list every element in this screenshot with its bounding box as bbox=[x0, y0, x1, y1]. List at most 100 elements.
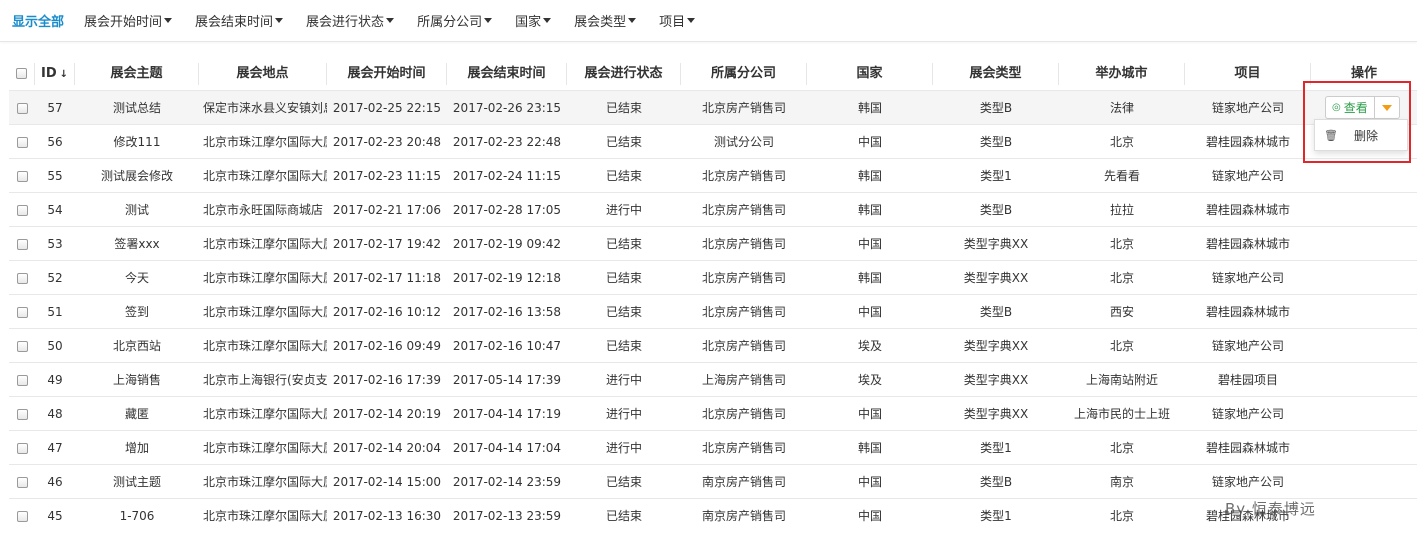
cell-end: 2017-02-26 23:15 bbox=[452, 100, 562, 115]
filter-start-time[interactable]: 展会开始时间 bbox=[84, 11, 173, 30]
filter-label: 展会结束时间 bbox=[195, 15, 274, 30]
cell-country: 韩国 bbox=[857, 169, 882, 183]
filter-type[interactable]: 展会类型 bbox=[574, 11, 637, 30]
cell-company: 北京房产销售司 bbox=[701, 441, 786, 455]
row-checkbox[interactable] bbox=[16, 272, 28, 284]
cell-country: 中国 bbox=[857, 135, 882, 149]
table-row[interactable]: 51 签到 北京市珠江摩尔国际大厦 2017-02-16 10:12 2017-02-1… bbox=[9, 294, 1417, 328]
cell-city: 北京 bbox=[1109, 237, 1134, 251]
cell-id: 49 bbox=[47, 372, 63, 387]
row-checkbox[interactable] bbox=[16, 306, 28, 318]
cell-city: 北京 bbox=[1109, 339, 1134, 353]
row-checkbox[interactable] bbox=[16, 340, 28, 352]
header-city: 举办城市 bbox=[1059, 63, 1185, 85]
header-place: 展会地点 bbox=[199, 63, 327, 85]
table-row[interactable]: 46 测试主题 北京市珠江摩尔国际大厦 2017-02-14 15:00 2017-02… bbox=[9, 464, 1417, 498]
cell-start: 2017-02-23 11:15 bbox=[332, 168, 442, 183]
cell-state: 进行中 bbox=[605, 407, 642, 421]
table-row[interactable]: 55 测试展会修改 北京市珠江摩尔国际大厦 2017-02-23 11:15 2017-… bbox=[9, 158, 1417, 192]
row-checkbox[interactable] bbox=[16, 510, 28, 522]
cell-start: 2017-02-14 15:00 bbox=[332, 474, 442, 489]
row-checkbox[interactable] bbox=[16, 204, 28, 216]
filter-end-time[interactable]: 展会结束时间 bbox=[195, 11, 284, 30]
filter-company[interactable]: 所属分公司 bbox=[417, 11, 493, 30]
table-row[interactable]: 56 修改111 北京市珠江摩尔国际大厦 2017-02-23 20:48 2017-0… bbox=[9, 124, 1417, 158]
header-label: ID bbox=[40, 66, 57, 81]
cell-id: 50 bbox=[47, 338, 63, 353]
highlight-box bbox=[1303, 81, 1411, 163]
cell-city: 南京 bbox=[1109, 475, 1134, 489]
cell-country: 中国 bbox=[857, 305, 882, 319]
cell-start: 2017-02-14 20:04 bbox=[332, 440, 442, 455]
cell-end: 2017-02-14 23:59 bbox=[452, 474, 562, 489]
table-row[interactable]: 54 测试 北京市永旺国际商城店 2017-02-21 17:06 2017-02-28… bbox=[9, 192, 1417, 226]
cell-state: 已结束 bbox=[605, 237, 642, 251]
cell-company: 北京房产销售司 bbox=[701, 237, 786, 251]
table-row[interactable]: 52 今天 北京市珠江摩尔国际大厦 2017-02-17 11:18 2017-02-1… bbox=[9, 260, 1417, 294]
select-all-checkbox[interactable] bbox=[16, 68, 27, 79]
cell-state: 进行中 bbox=[605, 373, 642, 387]
cell-theme: 测试主题 bbox=[112, 475, 161, 489]
cell-company: 南京房产销售司 bbox=[701, 475, 786, 489]
cell-id: 52 bbox=[47, 270, 63, 285]
cell-end: 2017-02-28 17:05 bbox=[452, 202, 562, 217]
show-all-link[interactable]: 显示全部 bbox=[12, 11, 64, 30]
cell-city: 上海南站附近 bbox=[1085, 373, 1158, 387]
table-row[interactable]: 47 增加 北京市珠江摩尔国际大厦 2017-02-14 20:04 2017-04-1… bbox=[9, 430, 1417, 464]
filter-project[interactable]: 项目 bbox=[659, 11, 696, 30]
cell-place: 保定市涞水县义安镇刘息 bbox=[203, 101, 327, 115]
cell-theme: 增加 bbox=[124, 441, 149, 455]
exhibition-table: ID ↓ 展会主题 展会地点 展会开始时间 展会结束时间 展会进行状态 所属分公司… bbox=[9, 58, 1417, 532]
header-id[interactable]: ID ↓ bbox=[35, 63, 75, 85]
cell-end: 2017-04-14 17:04 bbox=[452, 440, 562, 455]
cell-id: 57 bbox=[47, 100, 63, 115]
row-checkbox[interactable] bbox=[16, 442, 28, 454]
cell-theme: 上海销售 bbox=[112, 373, 161, 387]
cell-start: 2017-02-16 09:49 bbox=[332, 338, 442, 353]
row-checkbox-cell bbox=[9, 441, 35, 455]
row-checkbox-cell bbox=[9, 101, 35, 115]
row-checkbox[interactable] bbox=[16, 238, 28, 250]
row-checkbox[interactable] bbox=[16, 102, 28, 114]
watermark: By 恒泰博远 bbox=[1225, 500, 1316, 518]
table-row[interactable]: 53 签署xxx 北京市珠江摩尔国际大厦 2017-02-17 19:42 2017-0… bbox=[9, 226, 1417, 260]
cell-start: 2017-02-17 19:42 bbox=[332, 236, 442, 251]
cell-city: 北京 bbox=[1109, 135, 1134, 149]
cell-country: 中国 bbox=[857, 509, 882, 523]
row-checkbox-cell bbox=[9, 169, 35, 183]
row-checkbox[interactable] bbox=[16, 408, 28, 420]
cell-place: 北京市珠江摩尔国际大厦 bbox=[203, 135, 327, 149]
cell-company: 北京房产销售司 bbox=[701, 203, 786, 217]
table-row[interactable]: 49 上海销售 北京市上海银行(安贞支行) 2017-02-16 17:39 2017-… bbox=[9, 362, 1417, 396]
cell-country: 中国 bbox=[857, 407, 882, 421]
filter-bar: 显示全部 展会开始时间 展会结束时间 展会进行状态 所属分公司 国家 展会类型 … bbox=[0, 0, 1417, 42]
cell-id: 47 bbox=[47, 440, 63, 455]
table-body: 57 测试总结 保定市涞水县义安镇刘息 2017-02-25 22:15 2017-02… bbox=[9, 90, 1417, 532]
table-row[interactable]: 50 北京西站 北京市珠江摩尔国际大厦 2017-02-16 09:49 2017-02… bbox=[9, 328, 1417, 362]
table-row[interactable]: 57 测试总结 保定市涞水县义安镇刘息 2017-02-25 22:15 2017-02… bbox=[9, 90, 1417, 124]
cell-type: 类型B bbox=[979, 305, 1013, 319]
cell-project: 碧桂园森林城市 bbox=[1205, 135, 1290, 149]
cell-end: 2017-02-19 09:42 bbox=[452, 236, 562, 251]
filter-label: 展会类型 bbox=[574, 15, 627, 30]
cell-company: 北京房产销售司 bbox=[701, 169, 786, 183]
cell-company: 南京房产销售司 bbox=[701, 509, 786, 523]
caret-down-icon bbox=[543, 18, 552, 23]
filter-country[interactable]: 国家 bbox=[515, 11, 552, 30]
cell-place: 北京市珠江摩尔国际大厦 bbox=[203, 509, 327, 523]
table-row[interactable]: 48 藏匿 北京市珠江摩尔国际大厦 2017-02-14 20:19 2017-04-1… bbox=[9, 396, 1417, 430]
cell-country: 中国 bbox=[857, 237, 882, 251]
cell-end: 2017-04-14 17:19 bbox=[452, 406, 562, 421]
filter-state[interactable]: 展会进行状态 bbox=[306, 11, 395, 30]
cell-company: 上海房产销售司 bbox=[701, 373, 786, 387]
row-checkbox[interactable] bbox=[16, 170, 28, 182]
table-row[interactable]: 45 1-706 北京市珠江摩尔国际大厦 2017-02-13 16:30 2017-0… bbox=[9, 498, 1417, 532]
row-checkbox[interactable] bbox=[16, 476, 28, 488]
cell-city: 先看看 bbox=[1103, 169, 1140, 183]
header-start: 展会开始时间 bbox=[327, 63, 447, 85]
row-checkbox-cell bbox=[9, 407, 35, 421]
row-checkbox[interactable] bbox=[16, 136, 28, 148]
row-checkbox[interactable] bbox=[16, 374, 28, 386]
row-checkbox-cell bbox=[9, 509, 35, 523]
cell-type: 类型B bbox=[979, 475, 1013, 489]
